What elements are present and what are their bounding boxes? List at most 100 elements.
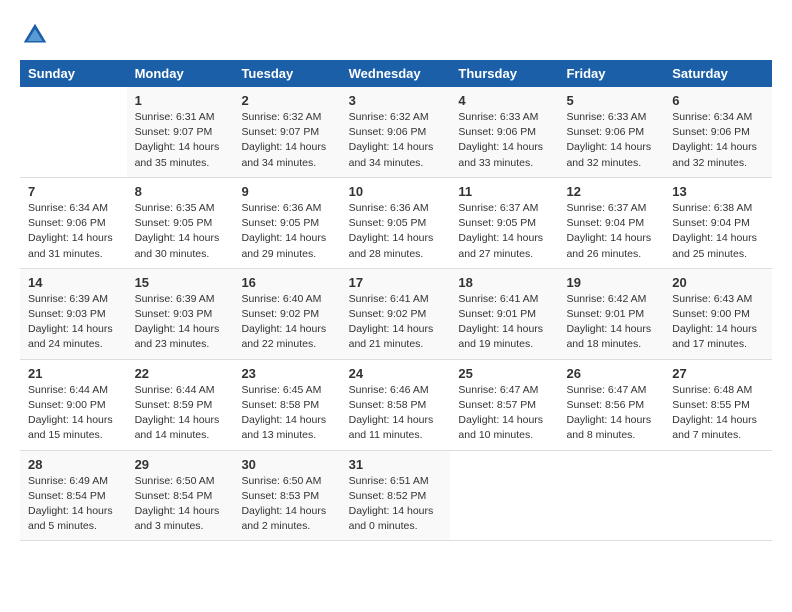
day-number: 2 [241, 93, 332, 108]
day-cell: 3 Sunrise: 6:32 AM Sunset: 9:06 PM Daylig… [341, 87, 451, 177]
week-row-3: 14 Sunrise: 6:39 AM Sunset: 9:03 PM Dayli… [20, 268, 772, 359]
header-cell-monday: Monday [127, 60, 234, 87]
day-cell: 9 Sunrise: 6:36 AM Sunset: 9:05 PM Daylig… [233, 177, 340, 268]
day-cell [664, 450, 772, 541]
day-number: 1 [135, 93, 226, 108]
day-cell: 8Sunrise: 6:35 AM Sunset: 9:05 PM Daylig… [127, 177, 234, 268]
day-info: Sunrise: 6:51 AM Sunset: 8:52 PM Dayligh… [349, 474, 443, 535]
day-cell: 20 Sunrise: 6:43 AM Sunset: 9:00 PM Dayli… [664, 268, 772, 359]
day-cell: 21Sunrise: 6:44 AM Sunset: 9:00 PM Dayli… [20, 359, 127, 450]
day-cell: 1 Sunrise: 6:31 AM Sunset: 9:07 PM Daylig… [127, 87, 234, 177]
week-row-1: 1 Sunrise: 6:31 AM Sunset: 9:07 PM Daylig… [20, 87, 772, 177]
day-info: Sunrise: 6:36 AM Sunset: 9:05 PM Dayligh… [241, 201, 332, 262]
day-number: 20 [672, 275, 764, 290]
day-cell: 6Sunrise: 6:34 AM Sunset: 9:06 PM Daylig… [664, 87, 772, 177]
day-info: Sunrise: 6:32 AM Sunset: 9:07 PM Dayligh… [241, 110, 332, 171]
day-cell: 23Sunrise: 6:45 AM Sunset: 8:58 PM Dayli… [233, 359, 340, 450]
day-info: Sunrise: 6:49 AM Sunset: 8:54 PM Dayligh… [28, 474, 119, 535]
day-info: Sunrise: 6:39 AM Sunset: 9:03 PM Dayligh… [28, 292, 119, 353]
day-cell: 26 Sunrise: 6:47 AM Sunset: 8:56 PM Dayli… [558, 359, 664, 450]
day-cell [20, 87, 127, 177]
day-number: 18 [458, 275, 550, 290]
day-cell: 2 Sunrise: 6:32 AM Sunset: 9:07 PM Daylig… [233, 87, 340, 177]
week-row-5: 28 Sunrise: 6:49 AM Sunset: 8:54 PM Dayli… [20, 450, 772, 541]
day-number: 14 [28, 275, 119, 290]
day-cell: 12 Sunrise: 6:37 AM Sunset: 9:04 PM Dayli… [558, 177, 664, 268]
day-info: Sunrise: 6:38 AM Sunset: 9:04 PM Dayligh… [672, 201, 764, 262]
day-number: 8 [135, 184, 226, 199]
day-info: Sunrise: 6:41 AM Sunset: 9:01 PM Dayligh… [458, 292, 550, 353]
day-info: Sunrise: 6:33 AM Sunset: 9:06 PM Dayligh… [566, 110, 656, 171]
calendar-body: 1 Sunrise: 6:31 AM Sunset: 9:07 PM Daylig… [20, 87, 772, 541]
header-cell-friday: Friday [558, 60, 664, 87]
day-cell: 5 Sunrise: 6:33 AM Sunset: 9:06 PM Daylig… [558, 87, 664, 177]
day-number: 27 [672, 366, 764, 381]
day-cell: 22 Sunrise: 6:44 AM Sunset: 8:59 PM Dayli… [127, 359, 234, 450]
header-cell-saturday: Saturday [664, 60, 772, 87]
day-number: 25 [458, 366, 550, 381]
day-cell: 31 Sunrise: 6:51 AM Sunset: 8:52 PM Dayli… [341, 450, 451, 541]
logo [20, 20, 54, 50]
calendar-table: SundayMondayTuesdayWednesdayThursdayFrid… [20, 60, 772, 541]
week-row-4: 21Sunrise: 6:44 AM Sunset: 9:00 PM Dayli… [20, 359, 772, 450]
day-number: 28 [28, 457, 119, 472]
day-info: Sunrise: 6:44 AM Sunset: 9:00 PM Dayligh… [28, 383, 119, 444]
day-cell: 27 Sunrise: 6:48 AM Sunset: 8:55 PM Dayli… [664, 359, 772, 450]
header-cell-sunday: Sunday [20, 60, 127, 87]
day-cell: 10 Sunrise: 6:36 AM Sunset: 9:05 PM Dayli… [341, 177, 451, 268]
week-row-2: 7Sunrise: 6:34 AM Sunset: 9:06 PM Daylig… [20, 177, 772, 268]
day-info: Sunrise: 6:33 AM Sunset: 9:06 PM Dayligh… [458, 110, 550, 171]
day-info: Sunrise: 6:41 AM Sunset: 9:02 PM Dayligh… [349, 292, 443, 353]
day-cell: 7Sunrise: 6:34 AM Sunset: 9:06 PM Daylig… [20, 177, 127, 268]
day-info: Sunrise: 6:50 AM Sunset: 8:54 PM Dayligh… [135, 474, 226, 535]
day-number: 17 [349, 275, 443, 290]
day-number: 12 [566, 184, 656, 199]
day-cell: 28 Sunrise: 6:49 AM Sunset: 8:54 PM Dayli… [20, 450, 127, 541]
day-cell: 18 Sunrise: 6:41 AM Sunset: 9:01 PM Dayli… [450, 268, 558, 359]
day-info: Sunrise: 6:34 AM Sunset: 9:06 PM Dayligh… [28, 201, 119, 262]
day-number: 31 [349, 457, 443, 472]
day-number: 19 [566, 275, 656, 290]
day-number: 15 [135, 275, 226, 290]
day-info: Sunrise: 6:44 AM Sunset: 8:59 PM Dayligh… [135, 383, 226, 444]
day-cell [450, 450, 558, 541]
day-cell: 11 Sunrise: 6:37 AM Sunset: 9:05 PM Dayli… [450, 177, 558, 268]
day-info: Sunrise: 6:46 AM Sunset: 8:58 PM Dayligh… [349, 383, 443, 444]
day-number: 30 [241, 457, 332, 472]
logo-icon [20, 20, 50, 50]
day-number: 5 [566, 93, 656, 108]
day-number: 24 [349, 366, 443, 381]
day-info: Sunrise: 6:32 AM Sunset: 9:06 PM Dayligh… [349, 110, 443, 171]
day-info: Sunrise: 6:48 AM Sunset: 8:55 PM Dayligh… [672, 383, 764, 444]
day-cell: 14 Sunrise: 6:39 AM Sunset: 9:03 PM Dayli… [20, 268, 127, 359]
day-number: 22 [135, 366, 226, 381]
day-number: 9 [241, 184, 332, 199]
day-cell: 30Sunrise: 6:50 AM Sunset: 8:53 PM Dayli… [233, 450, 340, 541]
day-info: Sunrise: 6:36 AM Sunset: 9:05 PM Dayligh… [349, 201, 443, 262]
day-cell: 25 Sunrise: 6:47 AM Sunset: 8:57 PM Dayli… [450, 359, 558, 450]
day-number: 10 [349, 184, 443, 199]
day-number: 26 [566, 366, 656, 381]
page-header [20, 20, 772, 50]
day-number: 11 [458, 184, 550, 199]
day-number: 23 [241, 366, 332, 381]
day-info: Sunrise: 6:43 AM Sunset: 9:00 PM Dayligh… [672, 292, 764, 353]
day-info: Sunrise: 6:37 AM Sunset: 9:04 PM Dayligh… [566, 201, 656, 262]
header-cell-wednesday: Wednesday [341, 60, 451, 87]
day-cell: 16Sunrise: 6:40 AM Sunset: 9:02 PM Dayli… [233, 268, 340, 359]
day-cell: 15Sunrise: 6:39 AM Sunset: 9:03 PM Dayli… [127, 268, 234, 359]
day-cell: 29Sunrise: 6:50 AM Sunset: 8:54 PM Dayli… [127, 450, 234, 541]
day-info: Sunrise: 6:31 AM Sunset: 9:07 PM Dayligh… [135, 110, 226, 171]
day-cell: 24 Sunrise: 6:46 AM Sunset: 8:58 PM Dayli… [341, 359, 451, 450]
header-row: SundayMondayTuesdayWednesdayThursdayFrid… [20, 60, 772, 87]
day-info: Sunrise: 6:42 AM Sunset: 9:01 PM Dayligh… [566, 292, 656, 353]
day-info: Sunrise: 6:47 AM Sunset: 8:56 PM Dayligh… [566, 383, 656, 444]
day-cell: 13Sunrise: 6:38 AM Sunset: 9:04 PM Dayli… [664, 177, 772, 268]
day-info: Sunrise: 6:37 AM Sunset: 9:05 PM Dayligh… [458, 201, 550, 262]
day-info: Sunrise: 6:34 AM Sunset: 9:06 PM Dayligh… [672, 110, 764, 171]
day-number: 4 [458, 93, 550, 108]
calendar-header: SundayMondayTuesdayWednesdayThursdayFrid… [20, 60, 772, 87]
day-cell [558, 450, 664, 541]
day-number: 3 [349, 93, 443, 108]
day-info: Sunrise: 6:47 AM Sunset: 8:57 PM Dayligh… [458, 383, 550, 444]
